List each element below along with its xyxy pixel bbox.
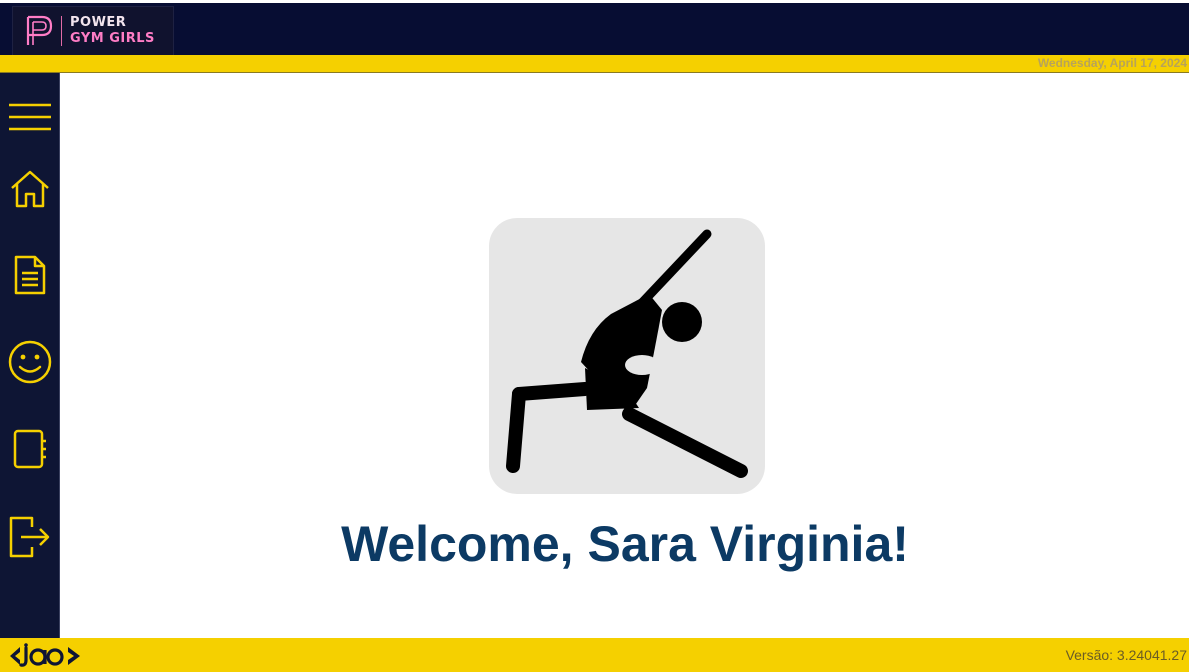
document-icon — [14, 255, 46, 295]
date-bar: Wednesday, April 17, 2024 — [0, 55, 1189, 73]
logo-divider — [61, 16, 62, 46]
hamburger-menu-icon — [9, 103, 51, 131]
current-date: Wednesday, April 17, 2024 — [1037, 56, 1187, 70]
brand-line-1: POWER — [70, 15, 127, 30]
brand-p-icon — [26, 15, 53, 45]
yoga-stretch-icon — [506, 229, 748, 478]
brand-logo[interactable]: POWER GYM GIRLS — [12, 6, 174, 56]
sidebar-item-home[interactable] — [0, 158, 60, 220]
home-icon — [11, 170, 49, 208]
hero-card — [489, 218, 765, 494]
brand-line-2: GYM GIRLS — [70, 31, 155, 46]
sidebar-item-logout[interactable] — [0, 506, 60, 568]
main-content: Welcome, Sara Virginia! — [61, 73, 1189, 638]
version-label: Versão: 3.24041.27 — [1065, 647, 1187, 663]
app-root: POWER GYM GIRLS Wednesday, April 17, 202… — [0, 0, 1189, 672]
top-bar: POWER GYM GIRLS — [0, 0, 1189, 56]
welcome-heading: Welcome, Sara Virginia! — [341, 516, 909, 572]
brand-name: POWER GYM GIRLS — [70, 15, 155, 47]
notebook-icon — [13, 429, 46, 469]
ja-logo-icon — [10, 643, 80, 667]
sidebar-item-profile[interactable] — [0, 331, 60, 393]
sidebar — [0, 73, 60, 638]
sidebar-item-menu[interactable] — [0, 86, 60, 148]
sidebar-item-notebook[interactable] — [0, 418, 60, 480]
logout-icon — [9, 516, 50, 558]
sidebar-item-documents[interactable] — [0, 244, 60, 306]
footer-bar: Versão: 3.24041.27 — [0, 638, 1189, 672]
smiley-face-icon — [8, 340, 52, 384]
